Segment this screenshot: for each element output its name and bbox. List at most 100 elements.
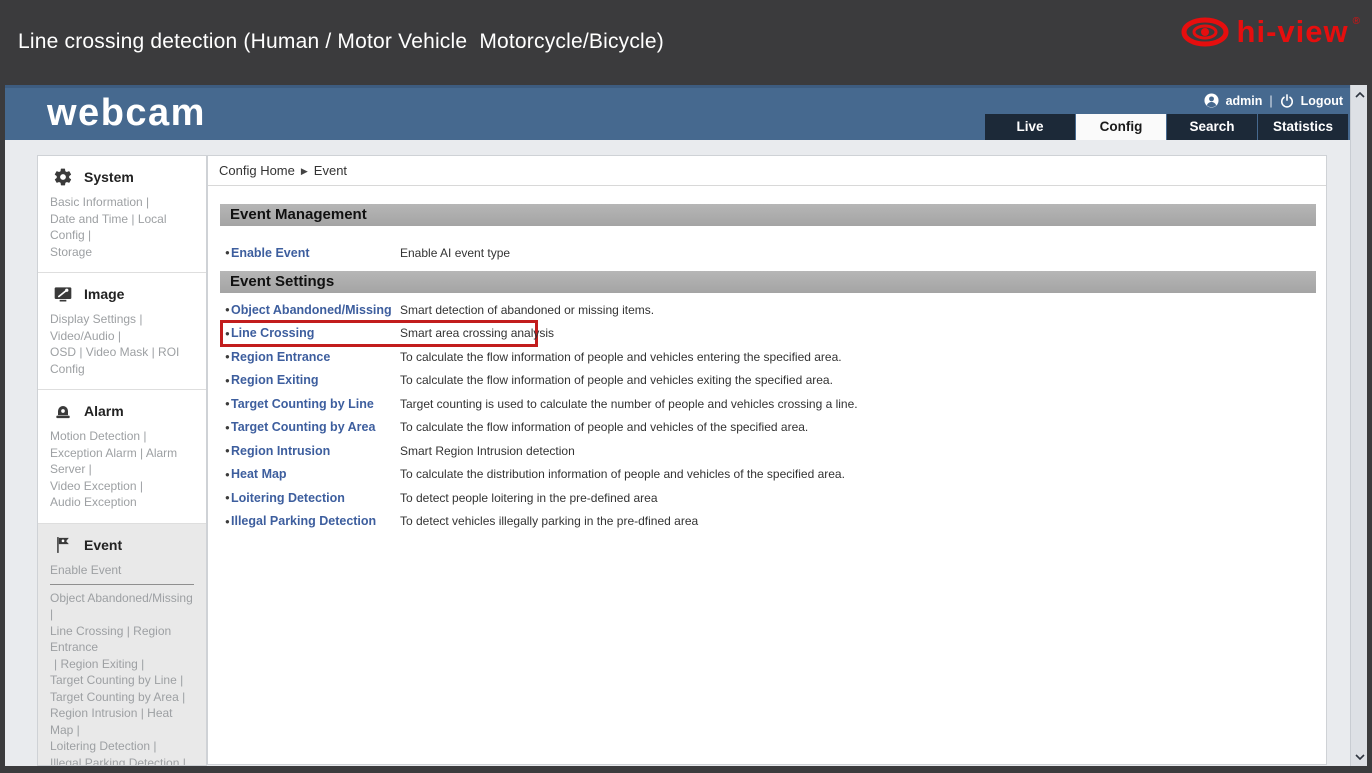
bullet-icon: ● (220, 329, 231, 338)
scroll-up-icon[interactable] (1351, 86, 1368, 103)
brand-logo: hi-view ® (1181, 12, 1360, 52)
user-name[interactable]: admin (1226, 94, 1263, 108)
sidebar-system-title: System (84, 169, 134, 185)
breadcrumb-event[interactable]: Event (314, 163, 347, 178)
section-header-event-settings: Event Settings (220, 271, 1316, 293)
bullet-icon: ● (220, 493, 231, 502)
app-header: webcam admin | Logout Live Config (5, 85, 1367, 140)
region-entrance-link[interactable]: Region Entrance (231, 350, 330, 364)
brand-name: hi-view (1237, 12, 1349, 52)
bullet-icon: ● (220, 470, 231, 479)
sidebar-event-links[interactable]: Target Counting by Line | (50, 672, 194, 689)
sidebar-image-header[interactable]: Image (50, 284, 194, 304)
sidebar-section-event: Event Enable Event Object Abandoned/Miss… (38, 524, 206, 767)
flag-icon (53, 535, 73, 555)
tab-statistics[interactable]: Statistics (1258, 114, 1348, 140)
row-region-intrusion: ● Region Intrusion Smart Region Intrusio… (220, 439, 1326, 463)
region-intrusion-link[interactable]: Region Intrusion (231, 444, 330, 458)
sidebar-event-enable-event-link[interactable]: Enable Event (50, 562, 194, 585)
breadcrumb-arrow-icon: ▶ (301, 166, 308, 176)
sidebar-alarm-links[interactable]: Motion Detection | (50, 428, 194, 445)
sidebar-alarm-links[interactable]: Exception Alarm | Alarm Server | (50, 445, 194, 478)
sidebar-system-header[interactable]: System (50, 167, 194, 187)
user-area: admin | Logout (1204, 93, 1343, 108)
brand-trademark: ® (1353, 16, 1360, 27)
row-heat-map: ● Heat Map To calculate the distribution… (220, 463, 1326, 487)
sidebar-system-links[interactable]: Basic Information | (50, 194, 194, 211)
line-crossing-description: Smart area crossing analysis (400, 326, 554, 340)
sidebar-event-links[interactable]: Region Intrusion | Heat Map | (50, 705, 194, 738)
webcam-logo: webcam (47, 92, 206, 135)
heat-map-link[interactable]: Heat Map (231, 467, 287, 481)
window-title-bar: Line crossing detection (Human / Motor V… (0, 0, 1372, 85)
breadcrumb: Config Home ▶ Event (208, 156, 1326, 186)
breadcrumb-config-home[interactable]: Config Home (219, 163, 295, 178)
config-content: Config Home ▶ Event Event Management ● Ena… (207, 155, 1327, 765)
enable-event-link[interactable]: Enable Event (231, 246, 310, 260)
row-object-abandoned-missing: ● Object Abandoned/Missing Smart detecti… (220, 298, 1326, 322)
siren-icon (53, 401, 73, 421)
section-header-event-management: Event Management (220, 204, 1316, 226)
sidebar-image-links[interactable]: OSD | Video Mask | ROI Config (50, 344, 194, 377)
row-target-counting-by-line: ● Target Counting by Line Target countin… (220, 392, 1326, 416)
loitering-detection-link[interactable]: Loitering Detection (231, 491, 345, 505)
sidebar-event-links[interactable]: Object Abandoned/Missing | (50, 590, 194, 623)
bullet-icon: ● (220, 517, 231, 526)
sidebar-alarm-header[interactable]: Alarm (50, 401, 194, 421)
row-loitering-detection: ● Loitering Detection To detect people l… (220, 486, 1326, 510)
row-target-counting-by-area: ● Target Counting by Area To calculate t… (220, 416, 1326, 440)
bullet-icon: ● (220, 248, 231, 257)
sidebar-system-links[interactable]: Date and Time | Local Config | (50, 211, 194, 244)
illegal-parking-detection-description: To detect vehicles illegally parking in … (400, 514, 698, 528)
sidebar-alarm-links[interactable]: Audio Exception (50, 494, 194, 511)
row-enable-event: ● Enable Event Enable AI event type (220, 241, 1326, 264)
sidebar-alarm-links[interactable]: Video Exception | (50, 478, 194, 495)
region-exiting-description: To calculate the flow information of peo… (400, 373, 833, 387)
sidebar-event-links[interactable]: | Region Exiting | (50, 656, 194, 673)
tab-search[interactable]: Search (1167, 114, 1257, 140)
scroll-down-icon[interactable] (1351, 748, 1368, 765)
target-counting-by-area-link[interactable]: Target Counting by Area (231, 420, 375, 434)
sidebar-system-links[interactable]: Storage (50, 244, 194, 261)
heat-map-description: To calculate the distribution informatio… (400, 467, 845, 481)
region-entrance-description: To calculate the flow information of peo… (400, 350, 842, 364)
gear-icon (53, 167, 73, 187)
sidebar-section-image: Image Display Settings | Video/Audio | O… (38, 273, 206, 390)
object-abandoned-missing-link[interactable]: Object Abandoned/Missing (231, 303, 392, 317)
line-crossing-link[interactable]: Line Crossing (231, 326, 314, 340)
bullet-icon: ● (220, 446, 231, 455)
sidebar-event-header[interactable]: Event (50, 535, 194, 555)
loitering-detection-description: To detect people loitering in the pre-de… (400, 491, 658, 505)
bullet-icon: ● (220, 376, 231, 385)
sidebar-image-links[interactable]: Display Settings | Video/Audio | (50, 311, 194, 344)
row-region-entrance: ● Region Entrance To calculate the flow … (220, 345, 1326, 369)
vertical-scrollbar[interactable] (1350, 85, 1367, 766)
power-icon (1280, 94, 1294, 108)
header-divider: | (1269, 94, 1272, 108)
config-sidebar: System Basic Information | Date and Time… (37, 155, 207, 766)
illegal-parking-detection-link[interactable]: Illegal Parking Detection (231, 514, 376, 528)
bullet-icon: ● (220, 352, 231, 361)
sidebar-event-links[interactable]: Loitering Detection | (50, 738, 194, 755)
sidebar-event-links[interactable]: Line Crossing | Region Entrance (50, 623, 194, 656)
sidebar-event-title: Event (84, 537, 122, 553)
enable-event-description: Enable AI event type (400, 246, 510, 260)
target-counting-by-line-link[interactable]: Target Counting by Line (231, 397, 374, 411)
target-counting-by-line-description: Target counting is used to calculate the… (400, 397, 858, 411)
row-line-crossing: ● Line Crossing Smart area crossing anal… (220, 322, 1326, 346)
row-illegal-parking-detection: ● Illegal Parking Detection To detect ve… (220, 510, 1326, 534)
sidebar-section-system: System Basic Information | Date and Time… (38, 156, 206, 273)
region-exiting-link[interactable]: Region Exiting (231, 373, 319, 387)
sidebar-alarm-title: Alarm (84, 403, 124, 419)
bullet-icon: ● (220, 305, 231, 314)
sidebar-event-links[interactable]: Illegal Parking Detection | (50, 755, 194, 767)
region-intrusion-description: Smart Region Intrusion detection (400, 444, 575, 458)
event-management-rows: ● Enable Event Enable AI event type (208, 241, 1326, 264)
display-icon (53, 284, 73, 304)
tab-live[interactable]: Live (985, 114, 1075, 140)
hiview-eye-icon (1181, 12, 1233, 52)
logout-button[interactable]: Logout (1301, 94, 1343, 108)
sidebar-event-links[interactable]: Target Counting by Area | (50, 689, 194, 706)
sidebar-image-title: Image (84, 286, 124, 302)
tab-config[interactable]: Config (1076, 114, 1166, 140)
